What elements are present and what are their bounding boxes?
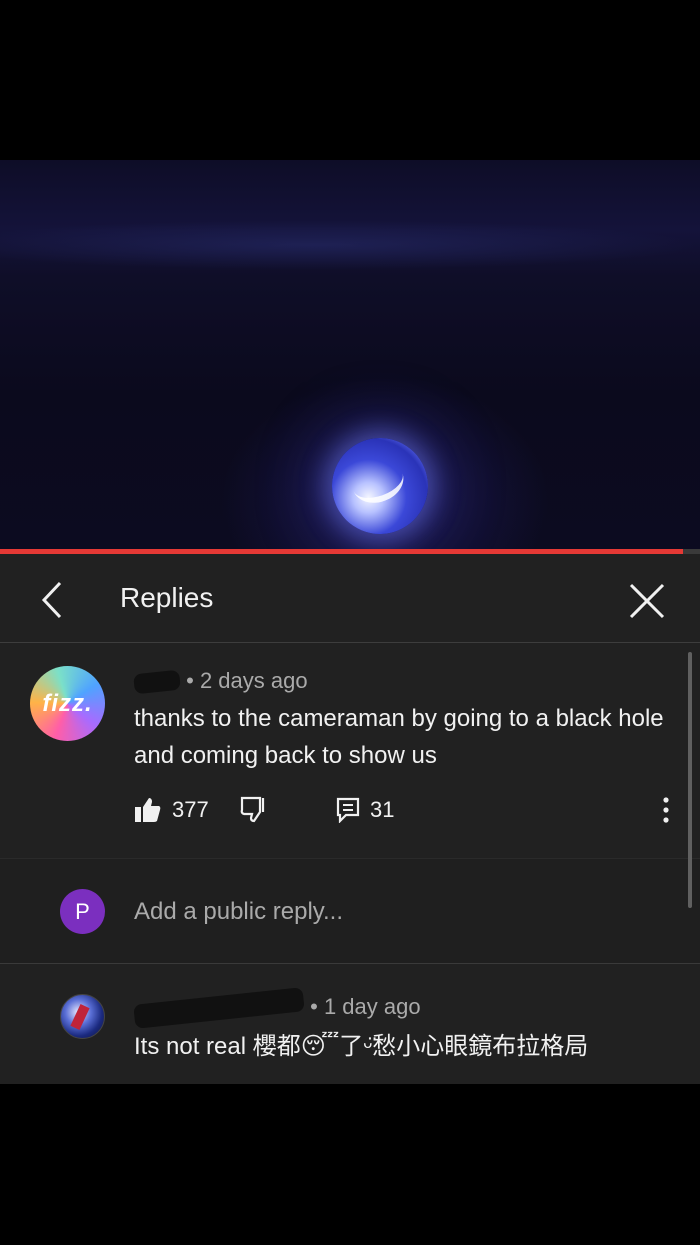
thumbs-down-icon (240, 796, 265, 823)
reply-count: 31 (370, 797, 395, 822)
video-light-band (0, 220, 700, 270)
screen: Replies fizz. • 2 days ago thanks to the… (0, 0, 700, 1245)
parent-comment: fizz. • 2 days ago thanks to the cameram… (0, 644, 700, 858)
chevron-left-icon[interactable] (36, 580, 70, 620)
avatar[interactable] (60, 994, 105, 1039)
replies-header: Replies (0, 554, 700, 643)
thumbs-up-icon (135, 798, 161, 822)
meta-separator: • (186, 668, 194, 693)
page-title: Replies (120, 582, 214, 613)
user-avatar-letter: P (75, 898, 90, 924)
reply-text: Its not real 櫻都😴了ᵕ̈愁小心眼鏡布拉格局 (134, 1033, 589, 1060)
avatar-text: fizz. (42, 689, 93, 717)
like-button[interactable]: 377 (134, 790, 209, 830)
reply-count-button[interactable]: 31 (336, 790, 394, 830)
redacted-username (133, 987, 305, 1030)
reply-meta: • 1 day ago (133, 987, 421, 1030)
scrollbar[interactable] (688, 652, 692, 908)
video-orb (332, 438, 428, 534)
reply-comment: • 1 day ago Its not real 櫻都😴了ᵕ̈愁小心眼鏡布拉格局 (0, 964, 700, 1084)
add-reply-row: P (0, 858, 700, 964)
reply-input[interactable] (134, 889, 634, 934)
like-count: 377 (172, 797, 209, 822)
avatar[interactable]: fizz. (30, 666, 105, 741)
comment-actions: 377 31 (134, 790, 694, 830)
meta-separator: • (310, 994, 318, 1019)
reply-time: 1 day ago (323, 994, 421, 1019)
user-avatar[interactable]: P (60, 889, 105, 934)
comment-meta: • 2 days ago (133, 668, 308, 695)
dislike-button[interactable] (238, 790, 268, 830)
redacted-username (133, 669, 181, 695)
comment-icon (336, 797, 360, 823)
video-player[interactable] (0, 160, 700, 550)
close-icon[interactable] (626, 580, 668, 622)
comment-text: thanks to the cameraman by going to a bl… (134, 705, 664, 769)
more-vert-icon[interactable] (658, 796, 674, 824)
replies-panel: Replies fizz. • 2 days ago thanks to the… (0, 554, 700, 1084)
comment-time: 2 days ago (199, 668, 308, 693)
